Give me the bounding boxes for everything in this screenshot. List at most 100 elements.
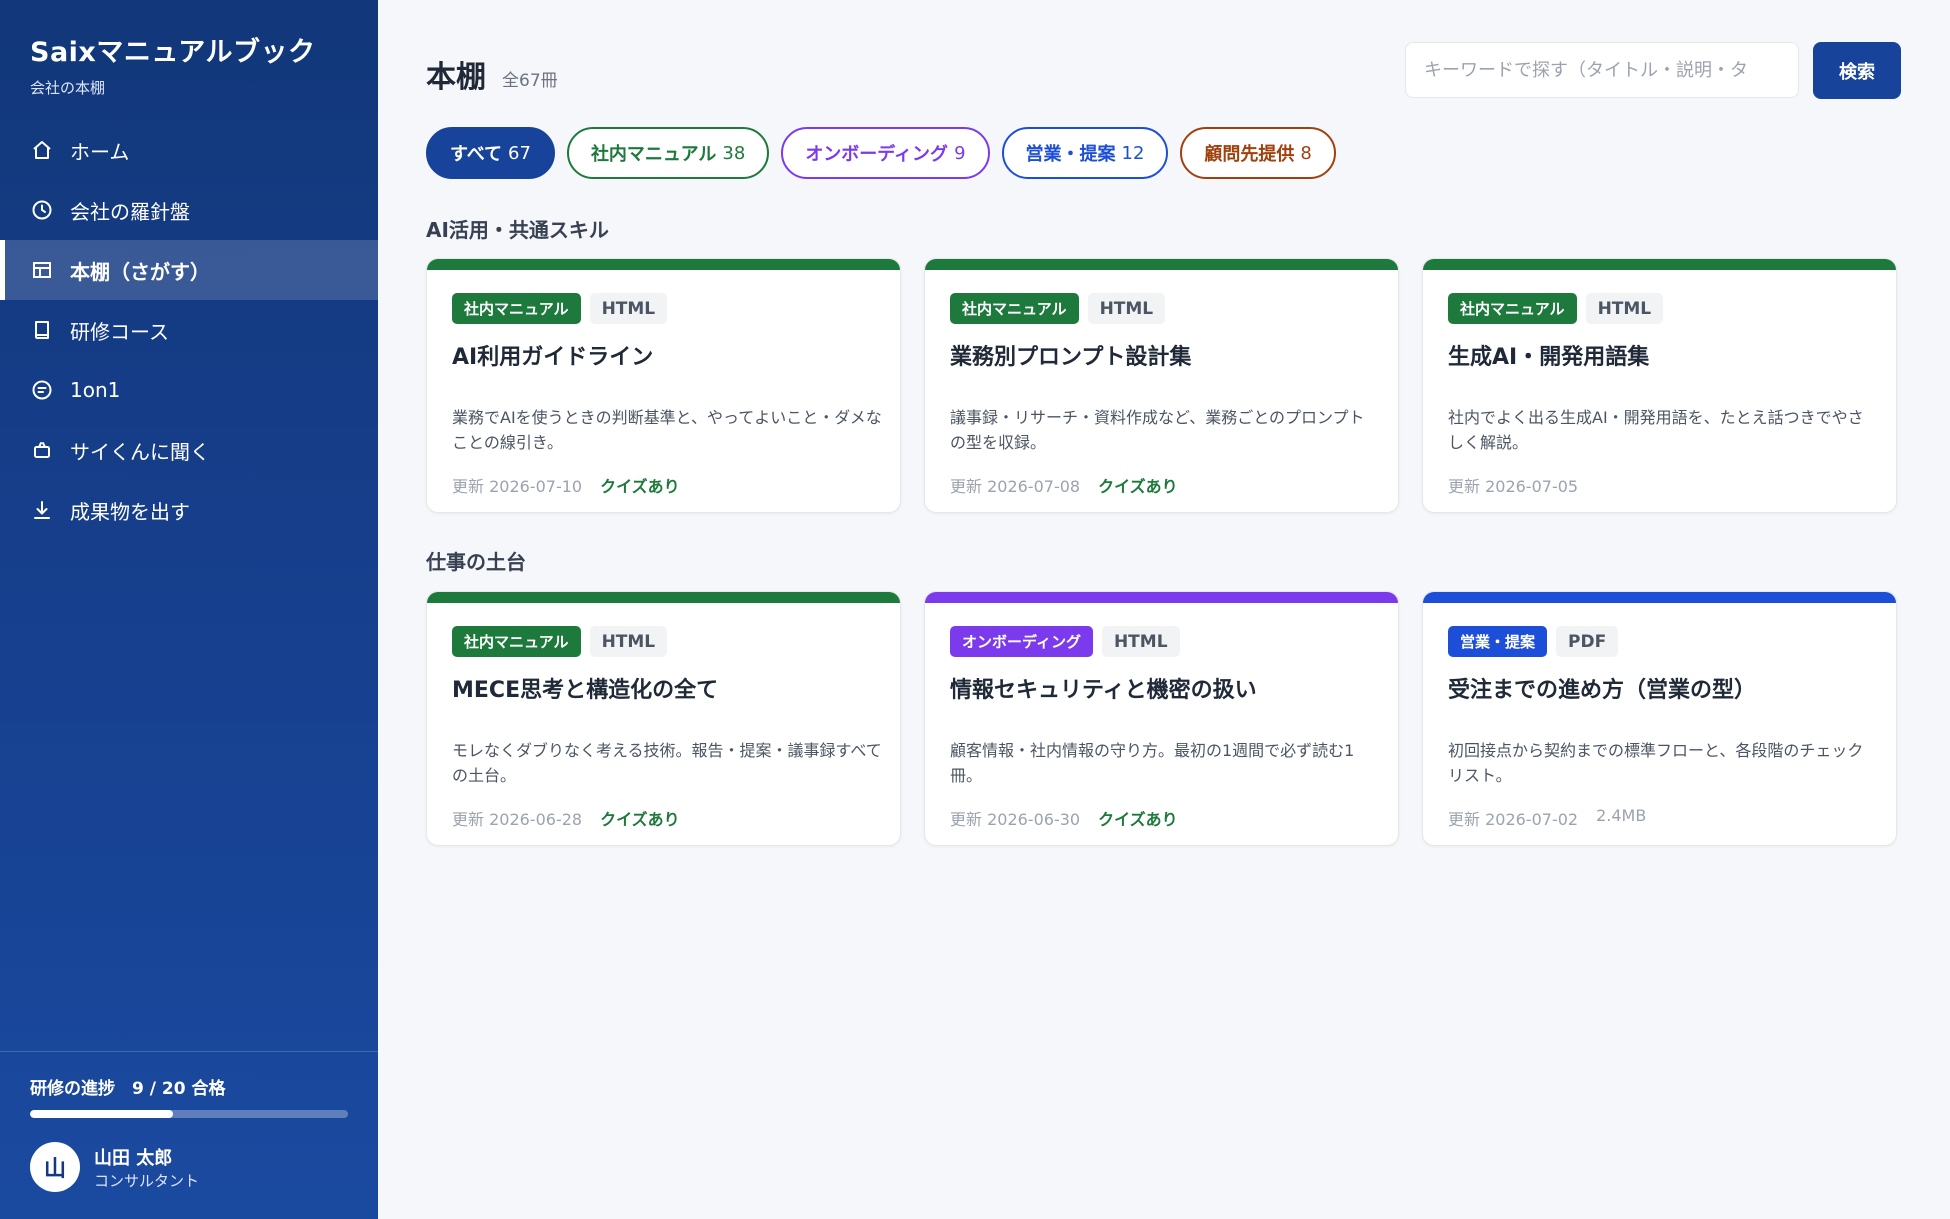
sidebar-item-label: サイくんに聞く — [70, 439, 210, 464]
file-size: 2.4MB — [1596, 806, 1647, 825]
chat-icon — [32, 380, 52, 400]
search-input[interactable] — [1405, 42, 1799, 98]
progress-bar-fill — [30, 1110, 174, 1118]
card-color-bar — [427, 592, 900, 603]
filter-chips: すべて 67 社内マニュアル 38 オンボーディング 9 営業・提案 12 顧問先提供 8 — [426, 127, 1336, 179]
bot-icon — [34, 442, 50, 458]
book-card[interactable]: オンボーディング HTML 情報セキュリティと機密の扱い 顧客情報・社内情報の守り方。… — [924, 591, 1399, 846]
card-description: モレなくダブりなく考える技術。報告・提案・議事録すべての土台。 — [452, 741, 882, 785]
card-description: 顧客情報・社内情報の守り方。最初の1週間で必ず読む1冊。 — [950, 741, 1355, 785]
category-badge: 社内マニュアル — [950, 293, 1079, 324]
card-meta: 更新 2026-07-02 2.4MB — [1448, 806, 1646, 830]
bookshelf-icon — [33, 262, 51, 278]
card-title: 業務別プロンプト設計集 — [950, 345, 1192, 370]
sidebar-item-3[interactable]: 研修コース — [0, 300, 378, 360]
card-title: MECE思考と構造化の全て — [452, 678, 719, 703]
sidebar-item-2[interactable]: 本棚（さがす） — [0, 240, 378, 300]
card-title: AI利用ガイドライン — [452, 345, 654, 370]
sidebar-item-label: 会社の羅針盤 — [70, 199, 190, 224]
quiz-badge: クイズあり — [1098, 477, 1178, 496]
card-color-bar — [1423, 592, 1896, 603]
download-icon — [34, 501, 50, 519]
updated-date: 更新 2026-07-05 — [1448, 477, 1579, 496]
filter-chip-1[interactable]: 社内マニュアル 38 — [566, 127, 770, 179]
filter-chip-label: 社内マニュアル — [590, 144, 717, 165]
category-badge: 営業・提案 — [1448, 626, 1548, 657]
filter-chip-0[interactable]: すべて 67 — [426, 127, 555, 179]
search-button[interactable]: 検索 — [1813, 42, 1901, 99]
quiz-badge: クイズあり — [1098, 810, 1178, 829]
book-card[interactable]: 社内マニュアル HTML 生成AI・開発用語集社内でよく出る生成AI・開発用語を、た… — [1422, 258, 1897, 513]
sidebar-footer: 研修の進捗 9 / 20 合格 山 山田 太郎 コンサルタント — [0, 1051, 378, 1219]
updated-date: 更新 2026-07-10 — [452, 477, 583, 496]
updated-date: 更新 2026-07-08 — [950, 477, 1081, 496]
sidebar-item-label: ホーム — [70, 139, 130, 164]
category-badge: オンボーディング — [950, 626, 1093, 657]
quiz-badge: クイズあり — [600, 477, 680, 496]
card-color-bar — [1423, 259, 1896, 270]
user-name: 山田 太郎 — [94, 1148, 173, 1169]
book-card[interactable]: 営業・提案 PDF 受注までの進め方（営業の型） 初回接点から契約までの標準フローと、… — [1422, 591, 1897, 846]
card-grid-ai: 社内マニュアル HTML AI利用ガイドライン 業務でAIを使うときの判断基準と、やっ… — [426, 258, 1901, 513]
card-color-bar — [925, 259, 1398, 270]
sidebar-item-label: 成果物を出す — [70, 499, 190, 524]
format-badge: HTML — [589, 293, 668, 324]
card-meta: 更新 2026-06-30 クイズあり — [950, 806, 1178, 830]
page-title: 本棚 — [426, 60, 486, 95]
format-badge: PDF — [1556, 626, 1619, 657]
book-card[interactable]: 社内マニュアル HTML AI利用ガイドライン 業務でAIを使うときの判断基準と、やっ… — [426, 258, 901, 513]
card-tags: 社内マニュアル HTML — [1448, 293, 1664, 324]
format-badge: HTML — [1585, 293, 1664, 324]
brand[interactable]: Saixマニュアルブック 会社の本棚 — [30, 30, 316, 98]
main-content: 本棚 全67冊 検索 すべて67社内マニュアル38オンボーディング9営業・提案1… — [378, 0, 1950, 1219]
category-badge: 社内マニュアル — [1448, 293, 1577, 324]
brand-title: Saixマニュアルブック — [30, 37, 316, 68]
filter-chip-count: 38 — [722, 142, 746, 164]
card-color-bar — [925, 592, 1398, 603]
sidebar-item-1[interactable]: 会社の羅針盤 — [0, 180, 378, 240]
card-meta: 更新 2026-07-05 — [1448, 473, 1578, 497]
sidebar-item-label: 本棚（さがす） — [70, 259, 210, 284]
card-description: 社内でよく出る生成AI・開発用語を、たとえ話つきでやさしく解説。 — [1448, 408, 1864, 452]
updated-date: 更新 2026-06-30 — [950, 810, 1081, 829]
sidebar-nav: ホーム会社の羅針盤 本棚（さがす） 研修コース 1on1 サイくんに聞く 成果物を出す — [0, 120, 378, 540]
card-meta: 更新 2026-07-08 クイズあり — [950, 473, 1178, 497]
book-card[interactable]: 社内マニュアル HTML 業務別プロンプト設計集議事録・リサーチ・資料作成など、業務… — [924, 258, 1399, 513]
filter-chip-count: 8 — [1300, 142, 1312, 164]
book-card[interactable]: 社内マニュアル HTML MECE思考と構造化の全てモレなくダブりなく考える技術。報… — [426, 591, 901, 846]
filter-chip-3[interactable]: 営業・提案 12 — [1001, 127, 1169, 179]
card-title: 生成AI・開発用語集 — [1448, 345, 1650, 370]
brand-subtitle: 会社の本棚 — [30, 79, 106, 97]
filter-chip-count: 9 — [954, 142, 966, 164]
card-tags: 社内マニュアル HTML — [950, 293, 1166, 324]
filter-chip-2[interactable]: オンボーディング 9 — [781, 127, 990, 179]
card-description: 議事録・リサーチ・資料作成など、業務ごとのプロンプトの型を収録。 — [950, 408, 1365, 452]
filter-chip-label: 顧問先提供 — [1204, 144, 1295, 165]
filter-chip-label: オンボーディング — [805, 144, 949, 165]
updated-date: 更新 2026-06-28 — [452, 810, 583, 829]
sidebar-item-0[interactable]: ホーム — [0, 120, 378, 180]
card-tags: 社内マニュアル HTML — [452, 626, 668, 657]
avatar[interactable]: 山 — [30, 1142, 80, 1192]
updated-date: 更新 2026-07-02 — [1448, 810, 1579, 829]
sidebar-item-5[interactable]: サイくんに聞く — [0, 420, 378, 480]
sidebar-item-6[interactable]: 成果物を出す — [0, 480, 378, 540]
card-description: 初回接点から契約までの標準フローと、各段階のチェックリスト。 — [1448, 741, 1864, 785]
category-badge: 社内マニュアル — [452, 626, 581, 657]
filter-chip-4[interactable]: 顧問先提供 8 — [1180, 127, 1336, 179]
card-title: 情報セキュリティと機密の扱い — [950, 678, 1257, 703]
card-meta: 更新 2026-07-10 クイズあり — [452, 473, 680, 497]
sidebar: Saixマニュアルブック 会社の本棚 ホーム会社の羅針盤 本棚（さがす） 研修コース… — [0, 0, 378, 1219]
book-icon — [35, 321, 49, 339]
progress-bar — [30, 1110, 348, 1118]
card-color-bar — [427, 259, 900, 270]
compass-icon — [32, 200, 52, 220]
filter-chip-label: 営業・提案 — [1025, 144, 1116, 165]
sidebar-item-4[interactable]: 1on1 — [0, 360, 378, 420]
home-icon — [33, 141, 51, 159]
sidebar-item-label: 研修コース — [70, 319, 169, 344]
user-role: コンサルタント — [94, 1172, 200, 1190]
section-title-ai: AI活用・共通スキル — [426, 218, 609, 242]
progress-label: 研修の進捗 9 / 20 合格 — [30, 1079, 226, 1099]
quiz-badge: クイズあり — [600, 810, 680, 829]
